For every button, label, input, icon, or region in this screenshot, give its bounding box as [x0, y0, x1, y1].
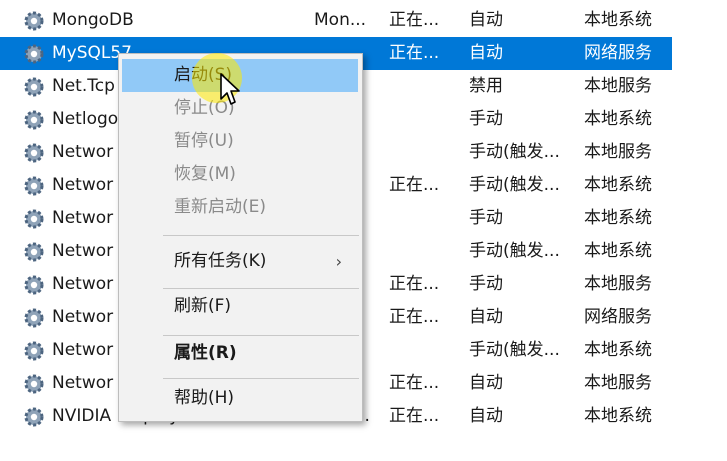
service-logon: 本地系统	[584, 241, 652, 261]
service-status: 正在...	[389, 274, 440, 294]
gear-icon	[24, 209, 44, 229]
service-description: Mon...	[314, 10, 367, 30]
service-logon: 本地系统	[584, 175, 652, 195]
menu-separator	[163, 235, 359, 236]
gear-icon	[24, 44, 44, 64]
service-logon: 本地系统	[584, 406, 652, 426]
service-logon: 本地系统	[584, 208, 652, 228]
service-startup-type: 手动(触发...	[469, 340, 560, 360]
service-status: 正在...	[389, 175, 440, 195]
service-startup-type: 手动(触发...	[469, 142, 560, 162]
service-status	[389, 235, 465, 268]
gear-icon	[24, 143, 44, 163]
service-status	[389, 70, 465, 103]
service-status: 正在...	[389, 10, 440, 30]
service-startup-type: 禁用	[469, 76, 503, 96]
service-logon: 本地系统	[584, 10, 652, 30]
service-startup-type: 手动(触发...	[469, 175, 560, 195]
menu-item-label: 刷新(F)	[174, 296, 232, 316]
pointer-cursor-icon	[220, 73, 240, 105]
service-startup-type: 自动	[469, 406, 503, 426]
menu-item-label: 所有任务(K)	[174, 251, 267, 271]
service-logon: 网络服务	[584, 43, 652, 63]
service-logon: 本地系统	[584, 340, 652, 360]
service-row[interactable]: MongoDB Mon... 正在... 自动 本地系统	[0, 4, 672, 37]
gear-icon	[24, 77, 44, 97]
menu-item-restart[interactable]: 重新启动(E)	[119, 191, 362, 224]
menu-item-label: 属性(R)	[174, 343, 237, 363]
menu-separator	[163, 378, 359, 379]
gear-icon	[24, 11, 44, 31]
service-logon: 本地服务	[584, 274, 652, 294]
service-startup-type: 自动	[469, 43, 503, 63]
service-status: 正在...	[389, 307, 440, 327]
service-logon: 本地服务	[584, 76, 652, 96]
gear-icon	[24, 374, 44, 394]
menu-item-label: 暂停(U)	[174, 131, 234, 151]
gear-icon	[24, 341, 44, 361]
service-startup-type: 手动	[469, 274, 503, 294]
service-status	[389, 136, 465, 169]
gear-icon	[24, 110, 44, 130]
service-startup-type: 手动	[469, 109, 503, 129]
gear-icon	[24, 407, 44, 427]
service-status	[389, 334, 465, 367]
gear-icon	[24, 308, 44, 328]
context-menu: 启动(S) 停止(O) 暂停(U) 恢复(M) 重新启动(E) 所有任务(K) …	[118, 53, 363, 422]
chevron-right-icon: ›	[335, 252, 342, 271]
gear-icon	[24, 176, 44, 196]
gear-icon	[24, 242, 44, 262]
menu-separator	[163, 288, 359, 289]
service-status: 正在...	[389, 373, 440, 393]
service-status	[389, 202, 465, 235]
menu-item-resume[interactable]: 恢复(M)	[119, 158, 362, 191]
menu-item-label: 恢复(M)	[174, 164, 236, 184]
service-startup-type: 手动(触发...	[469, 241, 560, 261]
service-name: MongoDB	[52, 10, 134, 30]
service-startup-type: 自动	[469, 10, 503, 30]
service-startup-type: 自动	[469, 307, 503, 327]
service-startup-type: 手动	[469, 208, 503, 228]
service-logon: 本地服务	[584, 373, 652, 393]
service-status: 正在...	[389, 43, 440, 63]
menu-separator	[163, 335, 359, 336]
menu-item-pause[interactable]: 暂停(U)	[119, 125, 362, 158]
service-status: 正在...	[389, 406, 440, 426]
menu-item-all-tasks[interactable]: 所有任务(K) ›	[119, 245, 362, 278]
service-logon: 网络服务	[584, 307, 652, 327]
service-logon: 本地服务	[584, 142, 652, 162]
menu-item-label: 帮助(H)	[174, 388, 235, 408]
service-startup-type: 自动	[469, 373, 503, 393]
menu-item-help[interactable]: 帮助(H)	[119, 382, 362, 415]
service-logon: 本地系统	[584, 109, 652, 129]
gear-icon	[24, 275, 44, 295]
services-list: MongoDB Mon... 正在... 自动 本地系统 MySQL57 正在.…	[0, 0, 727, 461]
menu-item-label: 重新启动(E)	[174, 197, 267, 217]
menu-item-properties[interactable]: 属性(R)	[119, 337, 362, 370]
service-status	[389, 103, 465, 136]
menu-item-refresh[interactable]: 刷新(F)	[119, 290, 362, 323]
